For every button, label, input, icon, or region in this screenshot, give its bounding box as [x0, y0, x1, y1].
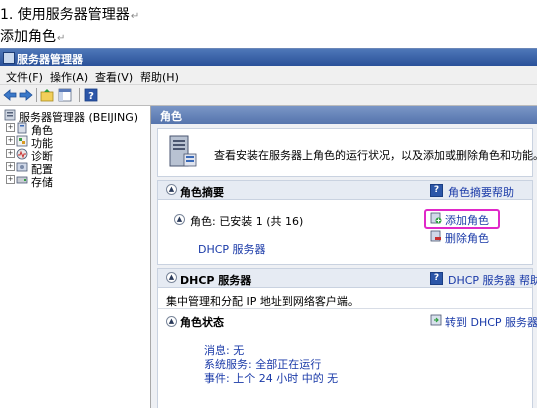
role-summary-header: ▲ 角色摘要 ? 角色摘要帮助: [158, 181, 532, 200]
help-icon: ?: [430, 184, 443, 197]
installed-roles-count: 角色: 已安装 1 (共 16): [190, 215, 304, 228]
show-hide-tree-icon[interactable]: [58, 88, 72, 102]
help-icon: ?: [430, 272, 443, 285]
divider: [158, 308, 532, 309]
collapse-chevron-icon[interactable]: ▲: [166, 316, 177, 327]
help-icon[interactable]: ?: [84, 88, 98, 102]
menu-action[interactable]: 操作(A): [50, 69, 88, 85]
expand-plus-icon[interactable]: +: [6, 149, 15, 158]
server-manager-app-icon: [3, 52, 15, 64]
goto-server-icon: [430, 314, 442, 326]
dhcp-help-link[interactable]: DHCP 服务器 帮助: [448, 272, 537, 288]
main-content-pane: 角色 查看安装在服务器上角色的运行状况，以及添加或删除角色和功能。 ▲ 角色摘要…: [151, 106, 537, 408]
menu-view[interactable]: 查看(V): [95, 69, 133, 85]
dhcp-section-header: ▲ DHCP 服务器 ? DHCP 服务器 帮助: [158, 269, 537, 288]
role-summary-section: ▲ 角色摘要 ? 角色摘要帮助 ▲ 角色: 已安装 1 (共 16) DHCP …: [157, 180, 533, 265]
doc-heading-step: 1. 使用服务器管理器↵: [0, 4, 139, 24]
doc-subheading: 添加角色↵: [0, 26, 65, 46]
role-summary-help-link[interactable]: 角色摘要帮助: [448, 184, 514, 200]
tree-item-label: 存储: [31, 176, 53, 189]
roles-icon: [17, 122, 27, 134]
menu-bar: 文件(F) 操作(A) 查看(V) 帮助(H): [0, 66, 537, 85]
diagnostics-icon: [16, 148, 28, 160]
status-events: 事件: 上个 24 小时 中的 无: [204, 372, 339, 385]
toolbar-separator: [36, 88, 37, 102]
up-folder-icon[interactable]: [40, 88, 54, 102]
add-role-icon: [430, 212, 442, 224]
role-summary-title: 角色摘要: [180, 186, 224, 199]
collapse-chevron-icon[interactable]: ▲: [166, 184, 177, 195]
dhcp-section-title: DHCP 服务器: [180, 274, 252, 287]
roles-description-box: 查看安装在服务器上角色的运行状况，以及添加或删除角色和功能。: [157, 128, 537, 177]
roles-description-text: 查看安装在服务器上角色的运行状况，以及添加或删除角色和功能。: [214, 149, 537, 162]
expand-plus-icon[interactable]: +: [6, 136, 15, 145]
server-icon: [4, 109, 16, 121]
toolbar: ?: [0, 85, 537, 106]
window-titlebar[interactable]: 服务器管理器: [0, 49, 537, 66]
menu-file[interactable]: 文件(F): [6, 69, 43, 85]
configuration-icon: [16, 162, 28, 172]
main-header: 角色: [151, 106, 537, 124]
window-title: 服务器管理器: [17, 53, 83, 66]
back-arrow-icon[interactable]: [3, 88, 17, 102]
add-role-link[interactable]: 添加角色: [445, 212, 489, 228]
server-tower-icon: [169, 135, 197, 167]
goto-dhcp-server-link[interactable]: 转到 DHCP 服务器: [445, 314, 537, 330]
features-icon: [16, 135, 28, 147]
dhcp-server-section: ▲ DHCP 服务器 ? DHCP 服务器 帮助 集中管理和分配 IP 地址到网…: [157, 268, 537, 408]
doc-heading-text: 1. 使用服务器管理器: [0, 7, 130, 23]
svg-text:?: ?: [88, 91, 94, 102]
expand-plus-icon[interactable]: +: [6, 123, 15, 132]
toolbar-separator: [79, 88, 80, 102]
forward-arrow-icon[interactable]: [19, 88, 33, 102]
collapse-chevron-icon[interactable]: ▲: [174, 214, 185, 225]
dhcp-description: 集中管理和分配 IP 地址到网络客户端。: [166, 295, 359, 308]
storage-icon: [16, 176, 28, 184]
paragraph-mark-icon: ↵: [57, 33, 66, 44]
role-item-dhcp-link[interactable]: DHCP 服务器: [198, 241, 266, 257]
expand-plus-icon[interactable]: +: [6, 162, 15, 171]
main-header-title: 角色: [160, 110, 182, 123]
menu-help[interactable]: 帮助(H): [140, 69, 179, 85]
doc-subheading-text: 添加角色: [0, 29, 56, 45]
collapse-chevron-icon[interactable]: ▲: [166, 272, 177, 283]
server-manager-window: 服务器管理器 文件(F) 操作(A) 查看(V) 帮助(H) ? 服务器管理器 …: [0, 48, 537, 408]
remove-role-icon: [430, 230, 441, 242]
role-status-title: 角色状态: [180, 316, 224, 329]
remove-role-link[interactable]: 删除角色: [445, 230, 489, 246]
expand-plus-icon[interactable]: +: [6, 175, 15, 184]
navigation-tree: 服务器管理器 (BEIJING) + 角色 + 功能 + 诊断 + 配置 + 存…: [0, 106, 151, 408]
paragraph-mark-icon: ↵: [130, 11, 140, 22]
